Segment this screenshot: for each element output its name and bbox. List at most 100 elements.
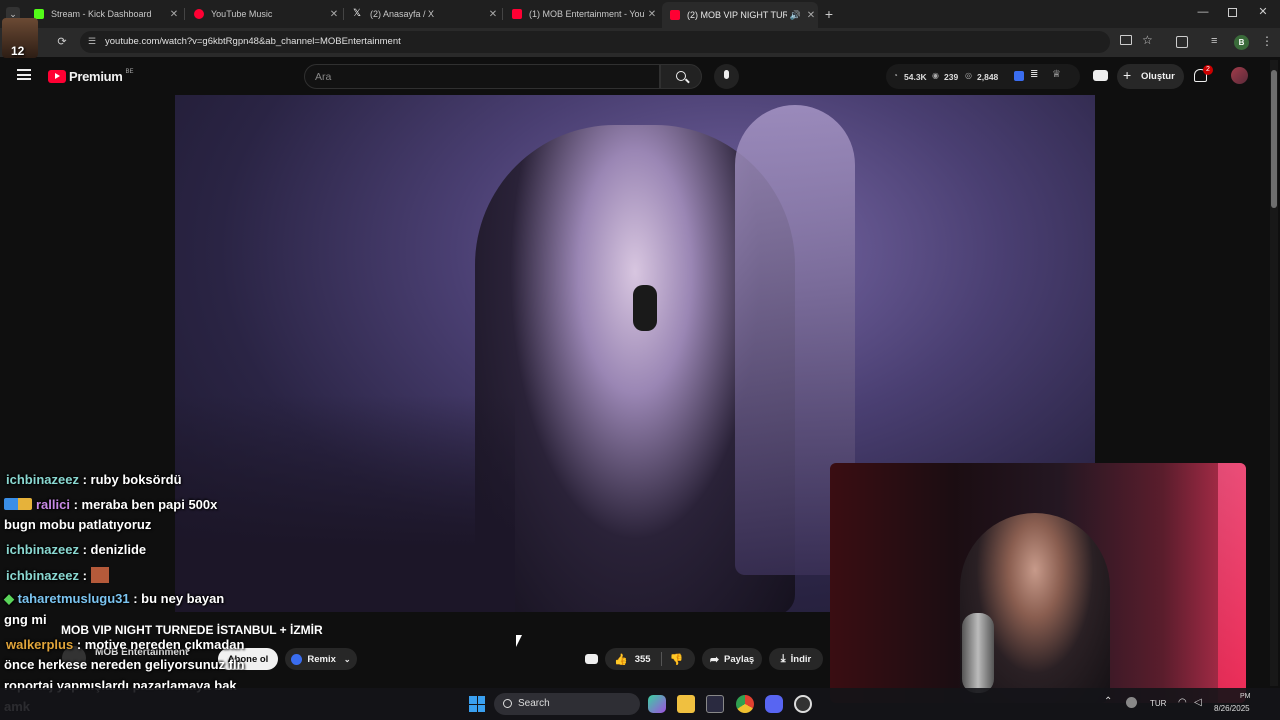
account-avatar[interactable] bbox=[1231, 67, 1248, 84]
tab-kick-dashboard[interactable]: Stream - Kick Dashboard ✕ bbox=[26, 4, 181, 24]
chat-message: ichbinazeez : denizlide bbox=[6, 542, 147, 557]
mouse-cursor-icon bbox=[516, 635, 522, 647]
browser-toolbar: ⟳ ☰ youtube.com/watch?v=g6kbtRgpn48&ab_c… bbox=[0, 28, 1280, 57]
tray-app-icon[interactable] bbox=[1126, 697, 1137, 708]
chat-message: gng mi bbox=[4, 612, 47, 627]
file-explorer-icon[interactable] bbox=[677, 695, 695, 713]
tab-youtube-music[interactable]: YouTube Music ✕ bbox=[186, 4, 341, 24]
tab-title: YouTube Music bbox=[211, 9, 273, 19]
restore-window-icon[interactable] bbox=[1228, 8, 1237, 17]
site-info-icon[interactable]: ☰ bbox=[88, 36, 98, 46]
remix-button[interactable]: Remix ⌄ bbox=[285, 648, 357, 670]
create-label: Oluştur bbox=[1141, 71, 1175, 82]
search-input[interactable]: Ara bbox=[304, 64, 660, 89]
youtube-header: Premium BE Ara ◔ 54.3K ◉ 239 ◎ 2,848 ≣ ♕… bbox=[0, 57, 1280, 95]
studio-microphone bbox=[962, 613, 994, 693]
like-count: 355 bbox=[634, 653, 651, 665]
close-tab-icon[interactable]: ✕ bbox=[804, 10, 818, 21]
extensions-icon[interactable] bbox=[1176, 36, 1188, 48]
remix-icon bbox=[291, 653, 303, 665]
close-tab-icon[interactable]: ✕ bbox=[645, 9, 659, 20]
wifi-icon[interactable]: ◠ bbox=[1178, 697, 1187, 708]
url-text: youtube.com/watch?v=g6kbtRgpn48&ab_chann… bbox=[105, 36, 401, 47]
extension-icon[interactable] bbox=[1014, 71, 1024, 81]
youtube-premium-logo[interactable]: Premium BE bbox=[48, 69, 134, 84]
close-tab-icon[interactable]: ✕ bbox=[327, 9, 341, 20]
chat-message: ◆ taharetmuslugu31 : bu ney bayan bbox=[4, 591, 225, 606]
voice-search-button[interactable] bbox=[714, 64, 739, 89]
tab-mob-entertainment[interactable]: (1) MOB Entertainment - YouTu ✕ bbox=[504, 4, 659, 24]
share-icon: ➦ bbox=[709, 653, 720, 666]
language-indicator[interactable]: TUR bbox=[1150, 699, 1166, 708]
share-button[interactable]: ➦ Paylaş bbox=[702, 648, 762, 670]
bookmark-star-icon[interactable]: ☆ bbox=[1142, 33, 1153, 47]
chat-message: ichbinazeez : bbox=[6, 567, 109, 583]
list-icon[interactable]: ≣ bbox=[1030, 69, 1038, 80]
browser-tab-strip: ⌄ Stream - Kick Dashboard ✕ YouTube Musi… bbox=[0, 0, 1280, 28]
volume-icon[interactable]: ◁ bbox=[1194, 697, 1202, 708]
trophy-icon[interactable]: ♕ bbox=[1052, 69, 1061, 80]
microphone-icon bbox=[724, 70, 729, 79]
app-icon[interactable] bbox=[794, 695, 812, 713]
game-controller-icon[interactable] bbox=[585, 654, 598, 664]
share-label: Paylaş bbox=[724, 653, 755, 665]
close-tab-icon[interactable]: ✕ bbox=[167, 9, 181, 20]
tab-x-home[interactable]: 𝕏 (2) Anasayfa / X ✕ bbox=[345, 4, 500, 24]
streamer-webcam bbox=[830, 463, 1246, 703]
reload-icon[interactable]: ⟳ bbox=[55, 35, 69, 49]
microphone-prop bbox=[633, 285, 657, 331]
views-icon: ◔ bbox=[893, 71, 898, 80]
address-bar[interactable]: ☰ youtube.com/watch?v=g6kbtRgpn48&ab_cha… bbox=[80, 31, 1153, 53]
close-window-icon[interactable]: ✕ bbox=[1256, 5, 1270, 19]
hamburger-menu-icon[interactable] bbox=[17, 69, 31, 80]
tab-title: Stream - Kick Dashboard bbox=[51, 9, 152, 19]
watching-count: 239 bbox=[944, 72, 959, 82]
search-button[interactable] bbox=[660, 64, 702, 89]
new-tab-icon[interactable]: + bbox=[822, 6, 836, 22]
create-button[interactable]: + Oluştur bbox=[1117, 64, 1184, 89]
download-button[interactable]: ⤓ İndir bbox=[769, 648, 823, 670]
chat-message: bugn mobu patlatıyoruz bbox=[4, 517, 152, 532]
browser-menu-icon[interactable]: ⋮ bbox=[1261, 34, 1273, 48]
store-icon[interactable] bbox=[706, 695, 724, 713]
cast-icon[interactable] bbox=[1120, 35, 1132, 45]
kick-level-badge: 12 bbox=[11, 44, 25, 58]
tab-mob-vip-night[interactable]: (2) MOB VIP NIGHT TURNE 🔊 ✕ bbox=[662, 2, 818, 28]
notification-badge: 2 bbox=[1203, 65, 1213, 75]
chat-message: önce herkese nereden geliyorsunuz fln bbox=[4, 657, 245, 672]
game-controller-icon[interactable] bbox=[1093, 70, 1108, 81]
audio-playing-icon[interactable]: 🔊 bbox=[790, 10, 801, 21]
discord-icon[interactable] bbox=[765, 695, 783, 713]
other-stat-count: 2,848 bbox=[977, 72, 999, 82]
start-button-icon[interactable] bbox=[469, 696, 485, 712]
diamond-badge-icon: ◆ bbox=[4, 591, 14, 606]
taskbar-search[interactable]: Search bbox=[494, 693, 640, 715]
reading-list-icon[interactable]: ≡ bbox=[1211, 35, 1217, 47]
download-icon: ⤓ bbox=[780, 652, 786, 665]
search-placeholder: Ara bbox=[315, 71, 332, 83]
chat-message: ichbinazeez : ruby boksördü bbox=[6, 472, 182, 487]
chrome-icon[interactable] bbox=[736, 695, 754, 713]
emote-image bbox=[90, 567, 109, 583]
dislike-button[interactable]: 👎 bbox=[670, 653, 684, 666]
clock-date[interactable]: 8/26/2025 bbox=[1214, 704, 1250, 713]
tab-title: (2) Anasayfa / X bbox=[370, 9, 435, 19]
extension-stats-bar: ◔ 54.3K ◉ 239 ◎ 2,848 ≣ ♕ bbox=[886, 64, 1080, 89]
download-label: İndir bbox=[790, 653, 812, 665]
close-tab-icon[interactable]: ✕ bbox=[486, 9, 500, 20]
like-button[interactable]: 👍 355 bbox=[605, 653, 651, 666]
crowd bbox=[175, 395, 515, 612]
tray-chevron-icon[interactable]: ⌃ bbox=[1104, 696, 1112, 707]
youtube-icon bbox=[670, 10, 680, 20]
remix-label: Remix bbox=[307, 653, 336, 665]
minimize-window-icon[interactable]: — bbox=[1196, 6, 1210, 20]
chat-badges-icon bbox=[4, 498, 32, 510]
scrollbar-thumb[interactable] bbox=[1271, 70, 1277, 208]
thumbs-up-icon: 👍 bbox=[614, 653, 628, 666]
search-icon bbox=[503, 699, 512, 708]
profile-avatar[interactable]: B bbox=[1234, 35, 1249, 50]
windows-taskbar: Search ⌃ TUR ◠ ◁ PM 8/26/2025 bbox=[0, 688, 1280, 720]
clock-time[interactable]: PM bbox=[1240, 693, 1251, 700]
copilot-icon[interactable] bbox=[648, 695, 666, 713]
video-title: MOB VIP NIGHT TURNEDE İSTANBUL + İZMİR bbox=[61, 623, 323, 637]
